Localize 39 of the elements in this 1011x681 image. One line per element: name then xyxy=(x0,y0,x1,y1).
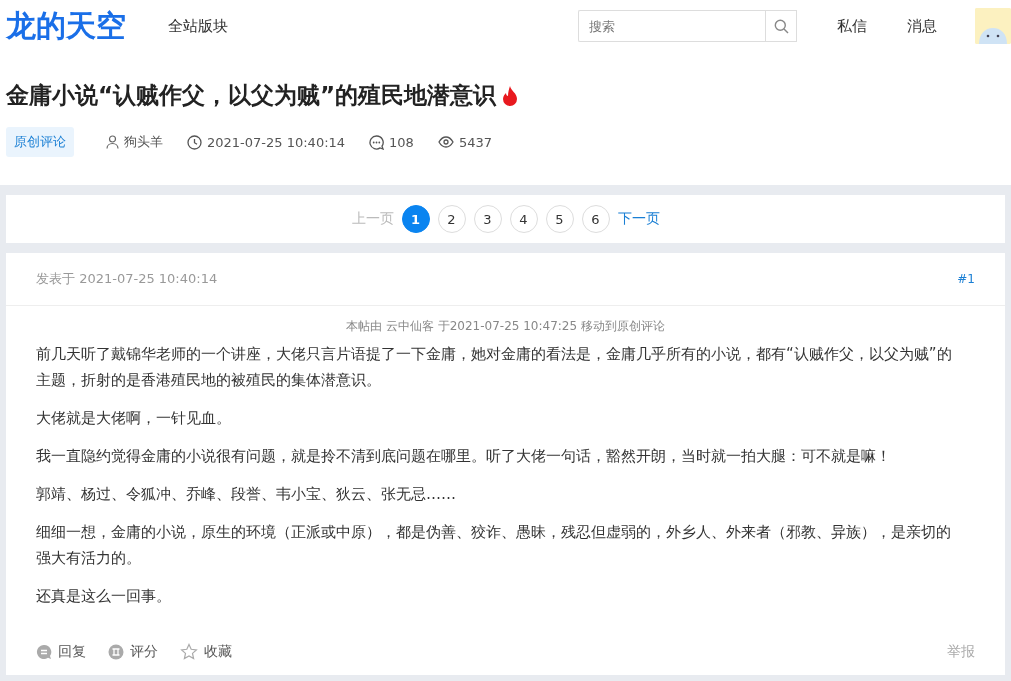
person-icon xyxy=(106,135,119,149)
post-paragraph: 细细一想，金庸的小说，原生的环境（正派或中原），都是伪善、狡诈、愚昧，残忍但虚弱的，外乡人、外来者（邪教、异族），是亲切的强大有活力的。 xyxy=(36,522,952,569)
search-button[interactable] xyxy=(765,10,797,42)
speech-bubble-icon xyxy=(36,644,52,660)
view-count: 5437 xyxy=(458,134,492,150)
page-button[interactable]: 2 xyxy=(437,205,466,233)
reply-button[interactable]: 回复 xyxy=(36,643,86,661)
post-time: 2021-07-25 10:40:14 xyxy=(207,134,346,150)
page-button[interactable]: 1 xyxy=(401,205,430,233)
reply-count: 108 xyxy=(389,134,414,150)
moved-notice: 本帖由 云中仙客 于2021-07-25 10:47:25 移动到原创评论 xyxy=(345,318,666,335)
author-name[interactable]: 狗头羊 xyxy=(124,133,163,151)
page-button[interactable]: 3 xyxy=(473,205,502,233)
star-icon xyxy=(180,643,198,661)
post-date: 发表于 2021-07-25 10:40:14 xyxy=(36,270,218,288)
post-paragraph: 我一直隐约觉得金庸的小说很有问题，就是拎不清到底问题在哪里。听了大佬一句话，豁然开朗，当时就一拍大腿：可不就是嘛！ xyxy=(36,446,892,467)
forum-tag[interactable]: 原创评论 xyxy=(6,127,74,157)
next-page-link[interactable]: 下一页 xyxy=(617,210,660,228)
page-button[interactable]: 4 xyxy=(509,205,538,233)
rate-button[interactable]: 评分 xyxy=(108,643,158,661)
post-paragraph: 前几天听了戴锦华老师的一个讲座，大佬只言片语提了一下金庸，她对金庸的看法是，金庸几乎所有的小说，都有“认贼作父，以父为贼”的主题，折射的是香港殖民地的被殖民的集体潜意识。 xyxy=(36,344,953,391)
header-link[interactable]: 私信 xyxy=(837,16,867,36)
site-logo[interactable]: 龙的天空 xyxy=(6,6,130,46)
header-link[interactable]: 消息 xyxy=(907,16,937,36)
page-button[interactable]: 6 xyxy=(581,205,610,233)
clock-icon xyxy=(187,134,202,150)
rating-icon xyxy=(108,644,124,660)
floor-number[interactable]: #1 xyxy=(957,272,975,286)
search-field[interactable]: 搜索 xyxy=(578,10,765,42)
nav-link[interactable]: 全站版块 xyxy=(168,16,228,36)
comment-icon xyxy=(369,134,385,150)
favorite-button[interactable]: 收藏 xyxy=(180,643,232,661)
eye-icon xyxy=(437,136,454,148)
post-paragraph: 郭靖、杨过、令狐冲、乔峰、段誉、韦小宝、狄云、张无忌…… xyxy=(36,484,457,505)
post-paragraph: 大佬就是大佬啊，一针见血。 xyxy=(36,408,232,429)
thread-title: 金庸小说“认贼作父，以父为贼”的殖民地潜意识 xyxy=(6,81,497,110)
post-paragraph: 还真是这么一回事。 xyxy=(36,586,172,607)
search-icon xyxy=(773,18,789,34)
page-button[interactable]: 5 xyxy=(545,205,574,233)
